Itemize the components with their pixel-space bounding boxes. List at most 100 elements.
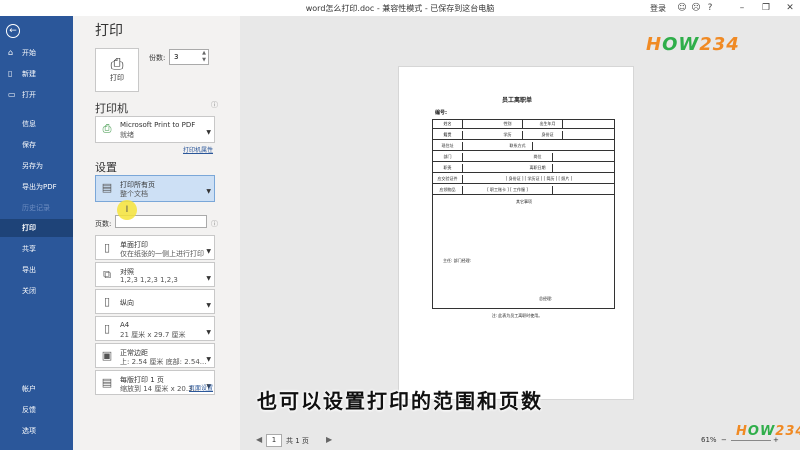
document-footnote: 注: 此表为员工离职时使用。 <box>491 313 543 318</box>
window-title: word怎么打印.doc - 兼容性模式 - 已保存到这台电脑 <box>305 4 495 13</box>
sidebar-item-save-as[interactable]: 另存为 <box>0 157 73 175</box>
close-icon[interactable]: ✕ <box>784 2 796 14</box>
collate-desc: 1,2,3 1,2,3 1,2,3 <box>120 276 178 284</box>
table-row: 职责 离职日期 <box>433 164 615 173</box>
table-row: 应交验证件 [ 身份证 ] [ 学历证 ] [ 简历 ] [ 照片 ] <box>433 175 615 184</box>
chevron-down-icon: ▼ <box>206 356 211 363</box>
table-cell: 身份证 <box>533 131 563 140</box>
sided-desc: 仅在纸张的一侧上进行打印 <box>120 250 204 258</box>
printer-properties-link[interactable]: 打印机属性 <box>183 145 213 154</box>
table-row: 部门 岗位 <box>433 153 615 162</box>
chevron-down-icon: ▼ <box>206 329 211 336</box>
zoom-slider[interactable] <box>731 440 771 441</box>
printer-dropdown[interactable]: ⎙ Microsoft Print to PDF 就绪 ▼ <box>95 116 215 143</box>
table-row: 现住址 联系方式 <box>433 142 615 151</box>
sidebar-item-save[interactable]: 保存 <box>0 136 73 154</box>
new-document-icon: ▯ <box>8 69 13 78</box>
one-sided-icon: ▯ <box>103 241 111 254</box>
print-range-dropdown[interactable]: ▤ 打印所有页 整个文档 ▼ <box>95 175 215 202</box>
table-cell: 籍贯 <box>433 131 463 140</box>
table-cell: 联系方式 <box>503 142 533 151</box>
folder-icon: ▭ <box>8 90 16 99</box>
manager-label: 主任: 部门经理: <box>443 258 471 263</box>
table-row: 籍贯 学历 身份证 <box>433 131 615 140</box>
sided-dropdown[interactable]: ▯ 单面打印 仅在纸张的一侧上进行打印 ▼ <box>95 235 215 260</box>
sidebar-item-new[interactable]: ▯ 新建 <box>0 65 73 83</box>
paper-size-desc: 21 厘米 x 29.7 厘米 <box>120 331 186 339</box>
frown-icon[interactable]: ☹ <box>690 2 702 14</box>
orientation-value: 纵向 <box>120 299 134 307</box>
sidebar-item-share[interactable]: 共享 <box>0 240 73 258</box>
table-cell: 现住址 <box>433 142 463 151</box>
video-subtitle: 也可以设置打印的范围和页数 <box>257 389 543 413</box>
printer-icon: ⎙ <box>110 54 124 73</box>
margins-icon: ▣ <box>101 349 113 362</box>
print-button[interactable]: ⎙ 打印 <box>95 48 139 92</box>
info-icon[interactable]: ⓘ <box>211 100 218 110</box>
orientation-dropdown[interactable]: ▯ 纵向 ▼ <box>95 289 215 314</box>
printer-name: Microsoft Print to PDF <box>120 121 196 129</box>
sidebar-item-info[interactable]: 信息 <box>0 115 73 133</box>
page-total: 共 1 页 <box>286 437 309 445</box>
form-table: 姓名 性别 出生年月 籍贯 学历 身份证 现住址 联系方式 部门 岗位 职责 离… <box>432 119 615 309</box>
printer-status: 就绪 <box>120 131 134 139</box>
table-cell: 离职日期 <box>523 164 553 173</box>
margins-dropdown[interactable]: ▣ 正常边距 上: 2.54 厘米 底部: 2.54... ▼ <box>95 343 215 368</box>
sidebar-item-print[interactable]: 打印 <box>0 219 73 237</box>
preview-status-bar: ◀ 1 共 1 页 ▶ 61% − + <box>240 432 800 450</box>
margins-desc: 上: 2.54 厘米 底部: 2.54... <box>120 358 207 366</box>
sidebar-item-export-pdf[interactable]: 导出为PDF <box>0 178 73 196</box>
table-cell: [ 身份证 ] [ 学历证 ] [ 简历 ] [ 照片 ] <box>463 175 615 184</box>
table-cell: 出生年月 <box>533 120 563 129</box>
sidebar-item-open[interactable]: ▭ 打开 <box>0 86 73 104</box>
document-title: 员工离职单 <box>501 97 532 104</box>
title-bar: word怎么打印.doc - 兼容性模式 - 已保存到这台电脑 登录 ☺ ☹ ?… <box>0 0 800 16</box>
paper-size-dropdown[interactable]: ▯ A4 21 厘米 x 29.7 厘米 ▼ <box>95 316 215 341</box>
collate-icon: ⧉ <box>103 268 111 281</box>
table-row: 姓名 性别 出生年月 <box>433 120 615 129</box>
settings-heading: 设置 <box>95 161 117 174</box>
pages-icon: ▤ <box>101 181 113 194</box>
page-title: 打印 <box>95 23 123 39</box>
minimize-icon[interactable]: – <box>736 2 748 14</box>
next-page-icon[interactable]: ▶ <box>326 435 332 444</box>
copies-value: 3 <box>174 53 179 61</box>
table-cell: 姓名 <box>433 120 463 129</box>
table-cell: 应领物品 <box>433 186 463 195</box>
preview-page: 员工离职单 编号: 姓名 性别 出生年月 籍贯 学历 身份证 现住址 联系方式 <box>398 66 634 400</box>
mouse-cursor-highlight: I <box>117 200 137 220</box>
table-cell: 岗位 <box>523 153 553 162</box>
word-print-window: word怎么打印.doc - 兼容性模式 - 已保存到这台电脑 登录 ☺ ☹ ?… <box>0 0 800 450</box>
paper-size-icon: ▯ <box>103 322 111 335</box>
copies-input[interactable]: 3 ▲ ▼ <box>169 49 209 65</box>
document-number-label: 编号: <box>435 110 447 116</box>
page-number-input[interactable]: 1 <box>266 434 282 447</box>
print-range-desc: 整个文档 <box>120 190 148 198</box>
info-icon[interactable]: ⓘ <box>211 219 218 229</box>
chevron-down-icon: ▼ <box>206 275 211 282</box>
sidebar-item-history: 历史记录 <box>22 204 50 212</box>
table-cell: 学历 <box>493 131 523 140</box>
back-arrow-icon[interactable]: ← <box>6 24 20 38</box>
chevron-down-icon: ▼ <box>206 129 211 136</box>
chevron-down-icon: ▼ <box>206 302 211 309</box>
login-link[interactable]: 登录 <box>650 3 666 14</box>
restore-icon[interactable]: ❐ <box>760 2 772 14</box>
print-button-label: 打印 <box>110 74 124 82</box>
sign-label: 总经理: <box>539 296 553 301</box>
smile-icon[interactable]: ☺ <box>676 2 688 14</box>
chevron-down-icon: ▼ <box>206 248 211 255</box>
sidebar-item-export[interactable]: 导出 <box>0 261 73 279</box>
table-cell: 部门 <box>433 153 463 162</box>
table-cell: 性别 <box>493 120 523 129</box>
sidebar-item-close[interactable]: 关闭 <box>0 282 73 300</box>
previous-page-icon[interactable]: ◀ <box>256 435 262 444</box>
portrait-icon: ▯ <box>103 295 111 308</box>
copies-spinner-icon[interactable]: ▲ ▼ <box>202 50 206 64</box>
collate-dropdown[interactable]: ⧉ 对照 1,2,3 1,2,3 1,2,3 ▼ <box>95 262 215 287</box>
sidebar-item-home[interactable]: ⌂ 开始 <box>0 44 73 62</box>
zoom-out-icon[interactable]: − <box>721 436 727 444</box>
sidebar-item-options[interactable]: 选项 <box>0 422 73 440</box>
help-icon[interactable]: ? <box>704 2 716 14</box>
copies-label: 份数: <box>149 54 166 62</box>
